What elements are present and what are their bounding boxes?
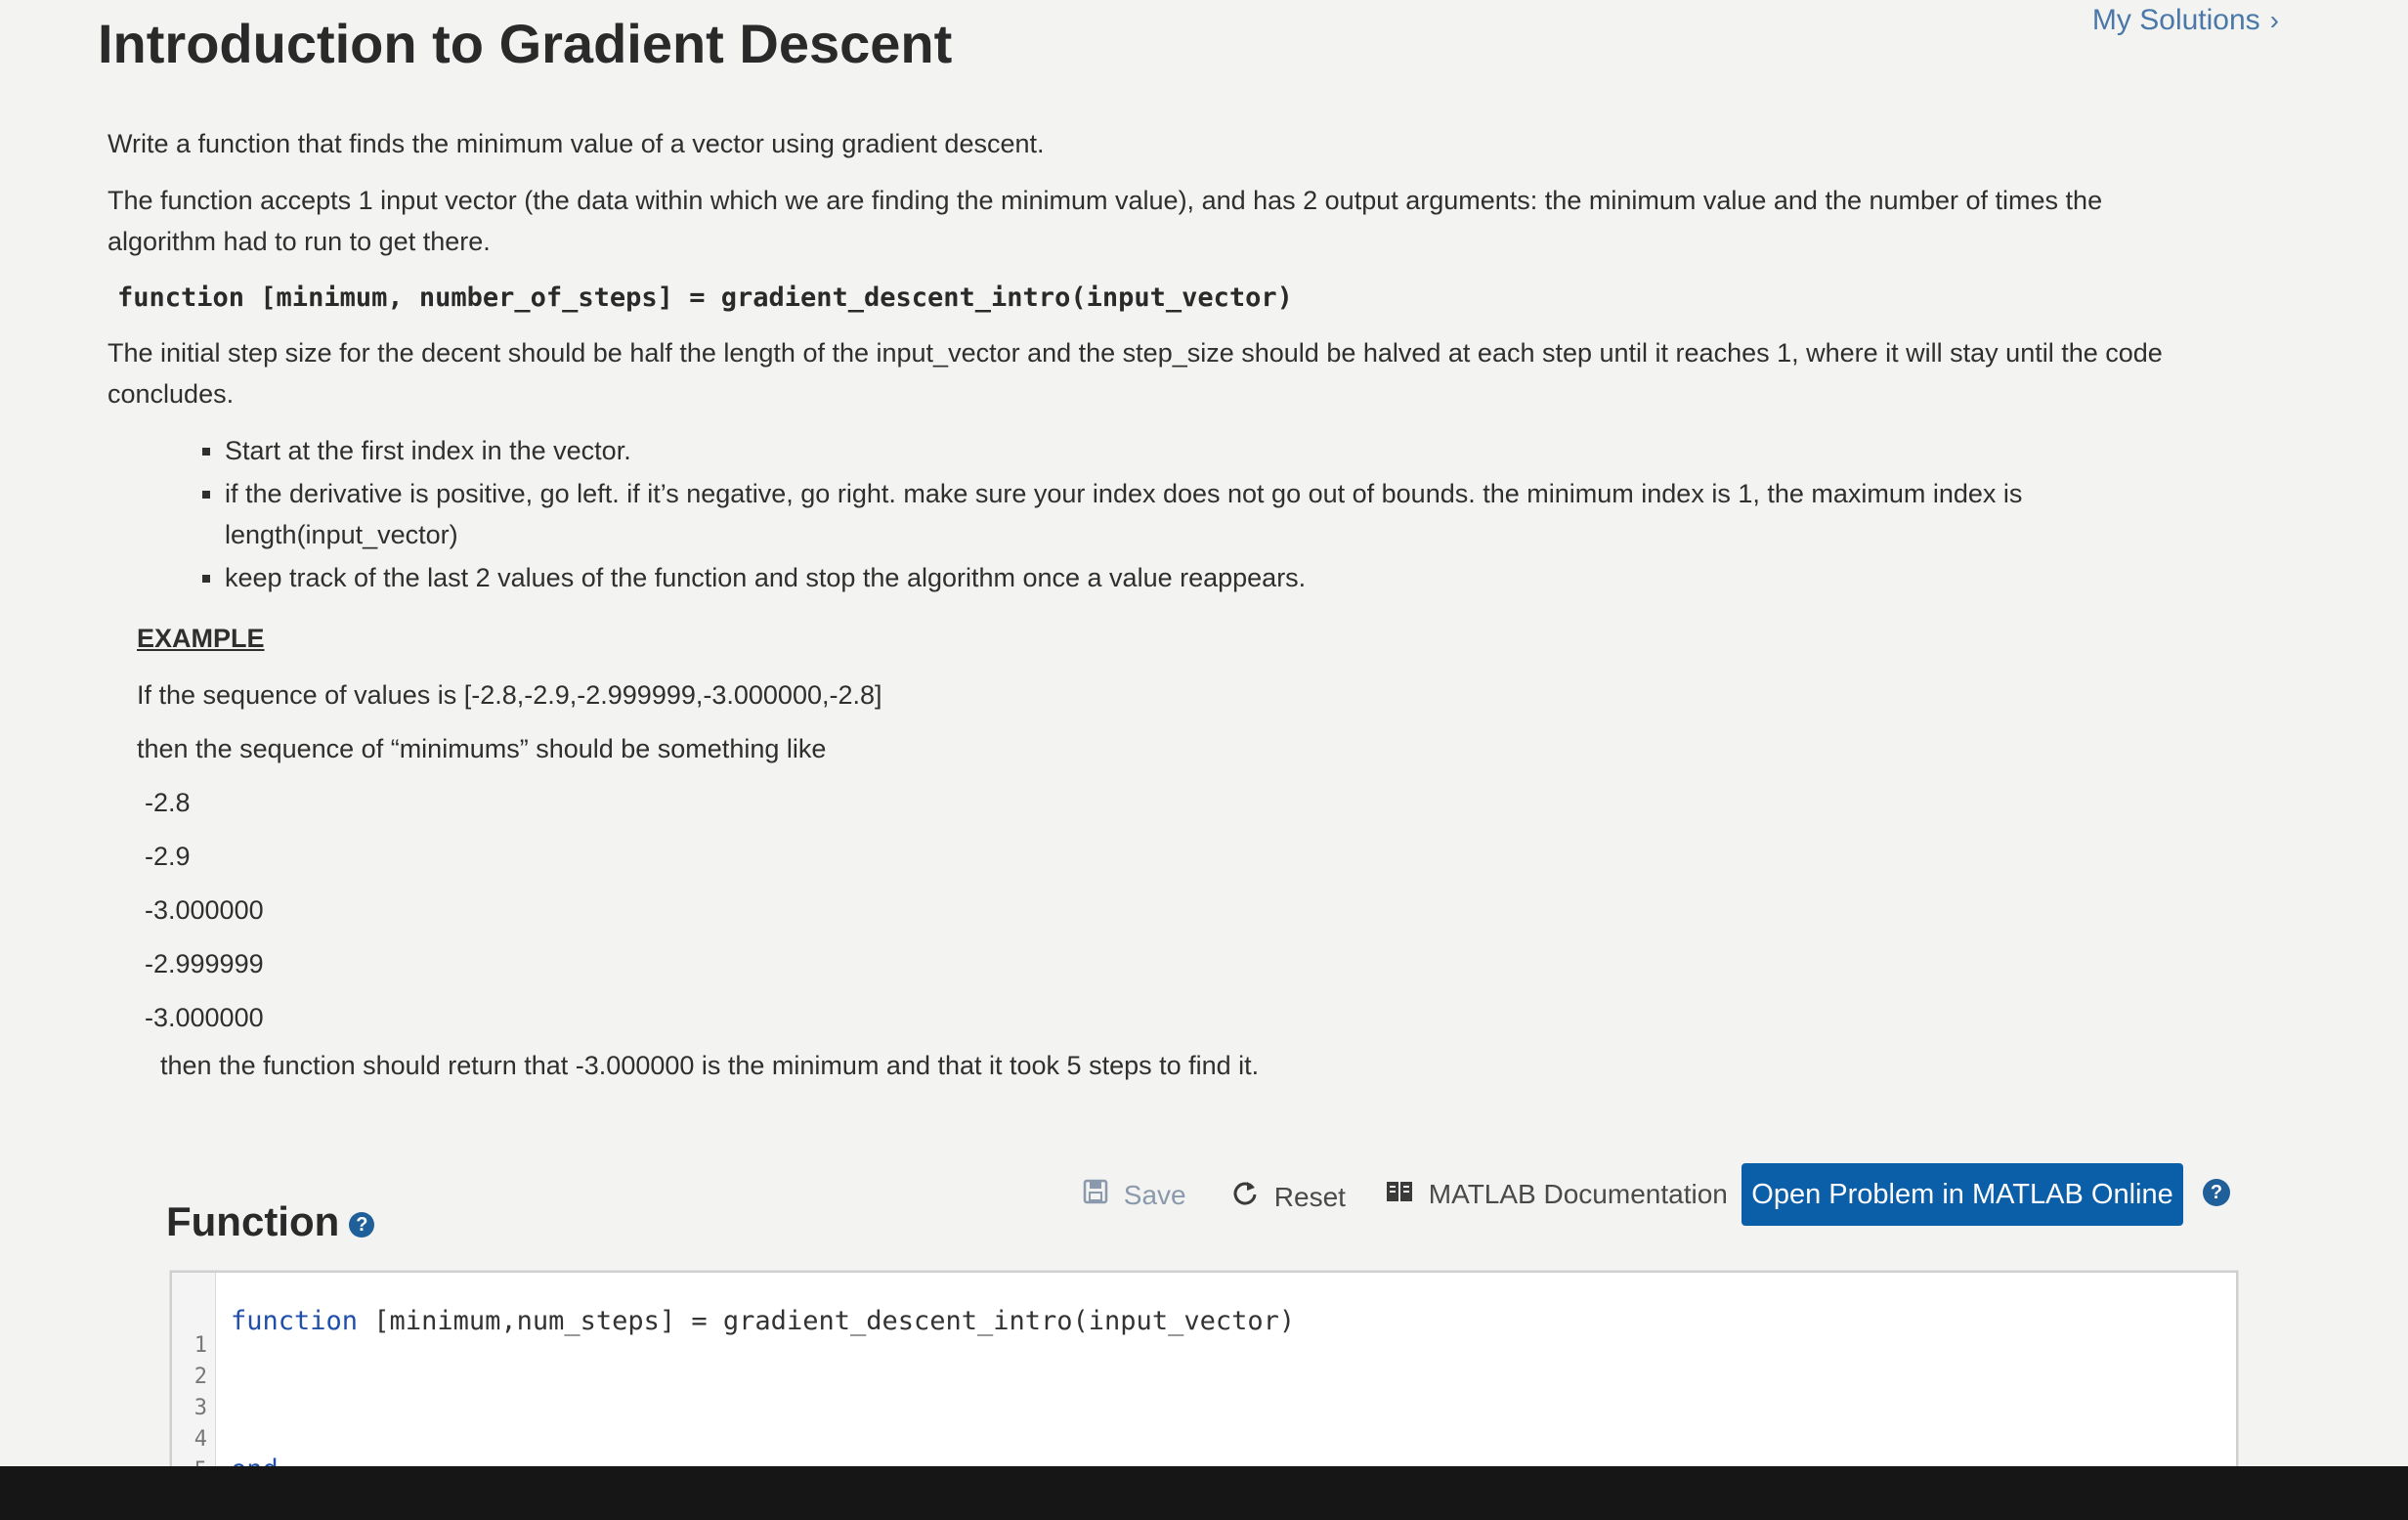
example-conclusion: then the function should return that -3.… bbox=[160, 1051, 1260, 1080]
docs-label: MATLAB Documentation bbox=[1428, 1179, 1728, 1209]
example-value: -3.000000 bbox=[145, 1003, 264, 1032]
problem-description: Write a function that finds the minimum … bbox=[108, 123, 2189, 600]
my-solutions-link[interactable]: My Solutions › bbox=[2092, 4, 2279, 37]
rule-item: if the derivative is positive, go left. … bbox=[225, 473, 2189, 555]
chevron-right-icon: › bbox=[2269, 5, 2279, 35]
line-number: 3 bbox=[194, 1396, 207, 1420]
editor-toolbar: Save Reset MATLAB Documentation Open Pro… bbox=[0, 1163, 2408, 1226]
example-heading: EXAMPLE bbox=[137, 624, 265, 653]
code-keyword: function bbox=[231, 1306, 359, 1336]
line-number: 1 bbox=[194, 1333, 207, 1358]
question-icon[interactable]: ? bbox=[2203, 1179, 2230, 1206]
rule-item: Start at the first index in the vector. bbox=[225, 430, 2189, 471]
floppy-disk-icon bbox=[1083, 1179, 1116, 1210]
problem-page: Introduction to Gradient Descent My Solu… bbox=[0, 0, 2408, 1466]
line-number: 5 bbox=[194, 1458, 207, 1466]
code-line[interactable]: end bbox=[231, 1455, 279, 1466]
screen-bezel bbox=[0, 1466, 2408, 1520]
reset-label: Reset bbox=[1273, 1182, 1346, 1212]
example-section: EXAMPLE If the sequence of values is [-2… bbox=[137, 622, 1259, 1082]
save-button[interactable]: Save bbox=[1083, 1179, 1186, 1211]
code-line[interactable]: function [minimum,num_steps] = gradient_… bbox=[231, 1306, 1295, 1336]
rule-item: keep track of the last 2 values of the f… bbox=[225, 557, 2189, 598]
code-keyword: end bbox=[231, 1455, 279, 1466]
code-editor[interactable]: 1 2 3 4 5 function [minimum,num_steps] =… bbox=[170, 1271, 2238, 1466]
description-step-size: The initial step size for the decent sho… bbox=[108, 338, 2163, 409]
example-minimums-intro: then the sequence of “minimums” should b… bbox=[137, 734, 827, 763]
function-signature: function [minimum, number_of_steps] = gr… bbox=[117, 282, 1293, 313]
example-value: -2.9 bbox=[145, 842, 191, 871]
example-sequence: If the sequence of values is [-2.8,-2.9,… bbox=[137, 680, 882, 710]
open-in-matlab-online-button[interactable]: Open Problem in MATLAB Online bbox=[1742, 1163, 2183, 1226]
example-value: -3.000000 bbox=[145, 895, 264, 925]
line-number-gutter: 1 2 3 4 5 bbox=[172, 1273, 216, 1466]
reset-button[interactable]: Reset bbox=[1231, 1179, 1346, 1213]
code-text: [minimum,num_steps] = gradient_descent_i… bbox=[358, 1306, 1296, 1336]
page-title: Introduction to Gradient Descent bbox=[98, 13, 953, 74]
book-icon bbox=[1386, 1179, 1421, 1209]
save-label: Save bbox=[1123, 1180, 1186, 1210]
description-arguments: The function accepts 1 input vector (the… bbox=[108, 186, 2103, 256]
line-number: 4 bbox=[194, 1427, 207, 1452]
line-number: 2 bbox=[194, 1365, 207, 1389]
refresh-icon bbox=[1231, 1182, 1267, 1212]
matlab-documentation-button[interactable]: MATLAB Documentation bbox=[1386, 1179, 1728, 1210]
description-intro: Write a function that finds the minimum … bbox=[108, 129, 1045, 158]
rules-list: Start at the first index in the vector. … bbox=[195, 430, 2189, 598]
example-value: -2.999999 bbox=[145, 949, 264, 978]
example-value: -2.8 bbox=[145, 788, 191, 817]
my-solutions-label: My Solutions bbox=[2091, 4, 2260, 36]
